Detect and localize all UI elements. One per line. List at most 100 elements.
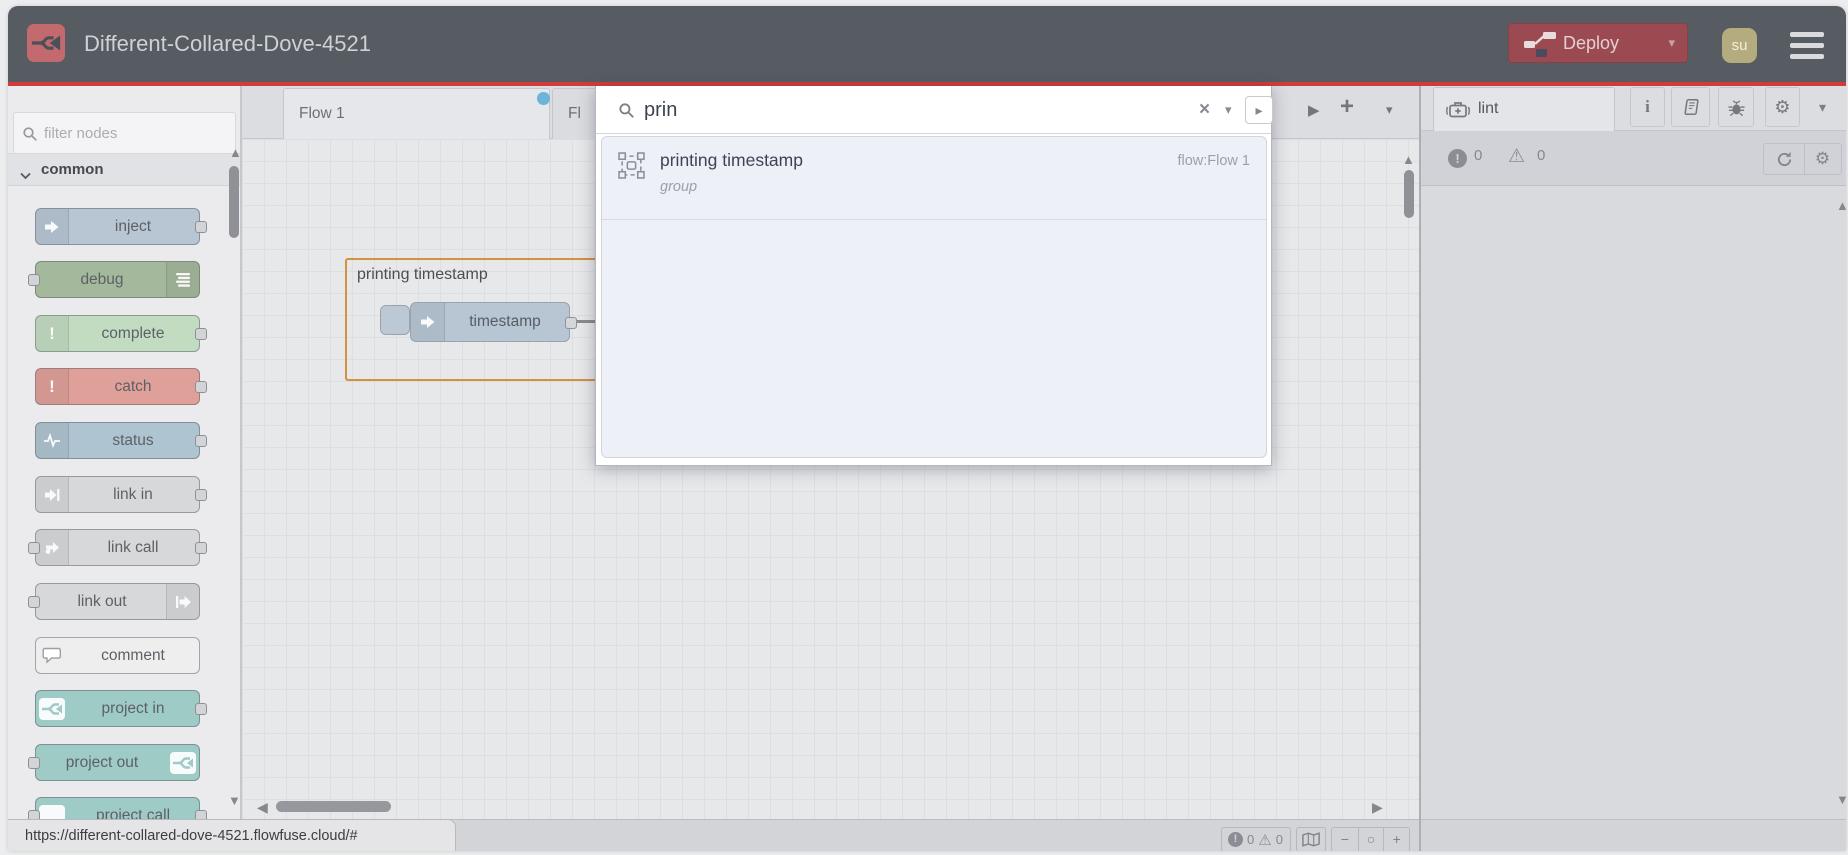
palette-scroll-down-icon[interactable]: ▼ xyxy=(228,794,241,807)
sidebar-tab-config[interactable]: ⚙ xyxy=(1765,87,1800,127)
palette-node-project-in[interactable]: project in xyxy=(35,690,207,727)
sidebar-tab-help[interactable] xyxy=(1671,87,1710,127)
result-flow-ref: flow:Flow 1 xyxy=(1177,153,1250,169)
input-port[interactable] xyxy=(28,596,40,608)
inject-node-timestamp[interactable]: timestamp xyxy=(410,302,570,342)
zoom-controls: − ○ + xyxy=(1331,827,1410,851)
error-count-icon: ! xyxy=(1228,832,1243,847)
canvas-scroll-left-icon[interactable]: ◀ xyxy=(257,800,268,814)
gear-icon: ⚙ xyxy=(1774,96,1791,117)
input-port[interactable] xyxy=(28,274,40,286)
lint-kit-icon xyxy=(1446,102,1470,118)
sidebar-scroll-down-icon[interactable]: ▼ xyxy=(1836,793,1846,806)
search-input[interactable] xyxy=(642,90,1182,130)
inject-arrow-icon xyxy=(36,209,69,244)
lint-warning-count: 0 xyxy=(1537,147,1546,164)
bug-icon xyxy=(1727,99,1745,116)
canvas-hscrollbar-thumb[interactable] xyxy=(276,801,391,812)
input-port[interactable] xyxy=(28,542,40,554)
search-clear-icon[interactable]: × xyxy=(1199,86,1210,134)
search-icon xyxy=(23,127,37,141)
add-flow-icon[interactable]: + xyxy=(1340,93,1354,121)
search-result-item[interactable]: printing timestamp group flow:Flow 1 xyxy=(602,137,1266,220)
result-type: group xyxy=(660,179,698,195)
footer-error-count: 0 xyxy=(1247,832,1255,847)
canvas-scroll-right-icon[interactable]: ▶ xyxy=(1372,800,1383,814)
output-port[interactable] xyxy=(195,221,207,233)
comment-bubble-icon xyxy=(36,638,69,673)
sidebar-menu-chevron-icon[interactable]: ▾ xyxy=(1819,86,1826,128)
user-avatar[interactable]: su xyxy=(1722,28,1757,63)
zoom-out-button[interactable]: − xyxy=(1332,828,1358,851)
footer-issues-button[interactable]: ! 0 ⚠ 0 xyxy=(1221,827,1291,851)
palette-node-complete[interactable]: ! complete xyxy=(35,315,207,352)
link-in-icon xyxy=(36,477,69,512)
browser-link-preview: https://different-collared-dove-4521.flo… xyxy=(8,819,456,851)
right-sidebar: lint i ⚙ ▾ ! 0 ⚠ 0 ⚙ ▲ ▼ xyxy=(1421,86,1846,819)
lint-error-count: 0 xyxy=(1474,147,1483,164)
palette-node-inject[interactable]: inject xyxy=(35,208,207,245)
project-out-fork-icon xyxy=(166,745,199,780)
sidebar-scroll-up-icon[interactable]: ▲ xyxy=(1836,199,1846,212)
deploy-options-chevron-icon[interactable]: ▾ xyxy=(1668,24,1675,62)
link-out-icon xyxy=(166,584,199,619)
tab-scroll-right-icon[interactable]: ▶ xyxy=(1308,101,1320,119)
output-port[interactable] xyxy=(195,703,207,715)
zoom-reset-button[interactable]: ○ xyxy=(1357,828,1384,851)
search-dialog: × ▾ ▸ printing timestamp group xyxy=(595,86,1273,466)
lint-settings-button[interactable]: ⚙ xyxy=(1804,143,1842,175)
palette-node-link-in[interactable]: link in xyxy=(35,476,207,513)
group-icon xyxy=(618,152,645,184)
deploy-button[interactable]: Deploy ▾ xyxy=(1508,23,1688,63)
tab-flow-1[interactable]: Flow 1 xyxy=(283,88,550,139)
main-menu-icon[interactable] xyxy=(1790,32,1826,60)
status-pulse-icon xyxy=(36,423,69,458)
navigator-toggle-button[interactable] xyxy=(1296,827,1326,851)
refresh-icon xyxy=(1777,151,1791,166)
palette-filter[interactable] xyxy=(13,112,236,154)
output-port[interactable] xyxy=(195,328,207,340)
zoom-in-button[interactable]: + xyxy=(1383,828,1409,851)
output-port[interactable] xyxy=(195,489,207,501)
palette-node-link-call[interactable]: link call xyxy=(28,529,207,566)
palette-node-project-out[interactable]: project out xyxy=(28,744,200,781)
flow-modified-dot xyxy=(537,92,550,105)
lint-results-panel xyxy=(1421,186,1846,819)
inject-arrow-icon xyxy=(411,303,445,341)
node-output-port[interactable] xyxy=(565,317,577,329)
output-port[interactable] xyxy=(195,381,207,393)
palette-node-status[interactable]: status xyxy=(35,422,207,459)
search-filter-chevron-icon[interactable]: ▾ xyxy=(1225,86,1232,134)
link-preview-url: https://different-collared-dove-4521.flo… xyxy=(25,828,358,844)
app-window: Different-Collared-Dove-4521 Deploy ▾ su xyxy=(8,6,1846,851)
sidebar-tab-debug[interactable] xyxy=(1718,87,1754,127)
book-icon xyxy=(1683,98,1699,116)
flowfuse-logo-icon[interactable] xyxy=(27,24,65,62)
palette-node-comment[interactable]: comment xyxy=(35,637,200,674)
link-call-icon xyxy=(36,530,69,565)
lint-refresh-button[interactable] xyxy=(1763,143,1805,175)
node-palette: common inject debug xyxy=(8,86,242,834)
palette-filter-input[interactable] xyxy=(42,114,227,152)
lint-error-icon: ! xyxy=(1448,149,1467,168)
canvas-vscrollbar-thumb[interactable] xyxy=(1404,170,1414,218)
sidebar-tab-info[interactable]: i xyxy=(1630,87,1665,127)
inject-trigger-button[interactable] xyxy=(380,305,410,335)
deploy-label: Deploy xyxy=(1563,33,1620,53)
palette-node-link-out[interactable]: link out xyxy=(28,583,200,620)
group-label: printing timestamp xyxy=(357,266,488,283)
sidebar-tab-lint[interactable]: lint xyxy=(1433,87,1615,131)
palette-scrollbar-thumb[interactable] xyxy=(229,166,239,238)
palette-category-common[interactable]: common xyxy=(8,153,240,186)
output-port[interactable] xyxy=(195,542,207,554)
input-port[interactable] xyxy=(28,757,40,769)
canvas-scroll-up-icon[interactable]: ▲ xyxy=(1402,153,1415,166)
catch-bang-icon: ! xyxy=(36,369,69,404)
palette-node-catch[interactable]: ! catch xyxy=(35,368,207,405)
tab-menu-chevron-icon[interactable]: ▾ xyxy=(1386,102,1393,118)
sidebar-tab-label: lint xyxy=(1478,100,1499,117)
output-port[interactable] xyxy=(195,435,207,447)
palette-node-debug[interactable]: debug xyxy=(28,261,200,298)
lint-toolbar: ! 0 ⚠ 0 ⚙ xyxy=(1421,131,1846,186)
search-open-button[interactable]: ▸ xyxy=(1245,96,1273,124)
